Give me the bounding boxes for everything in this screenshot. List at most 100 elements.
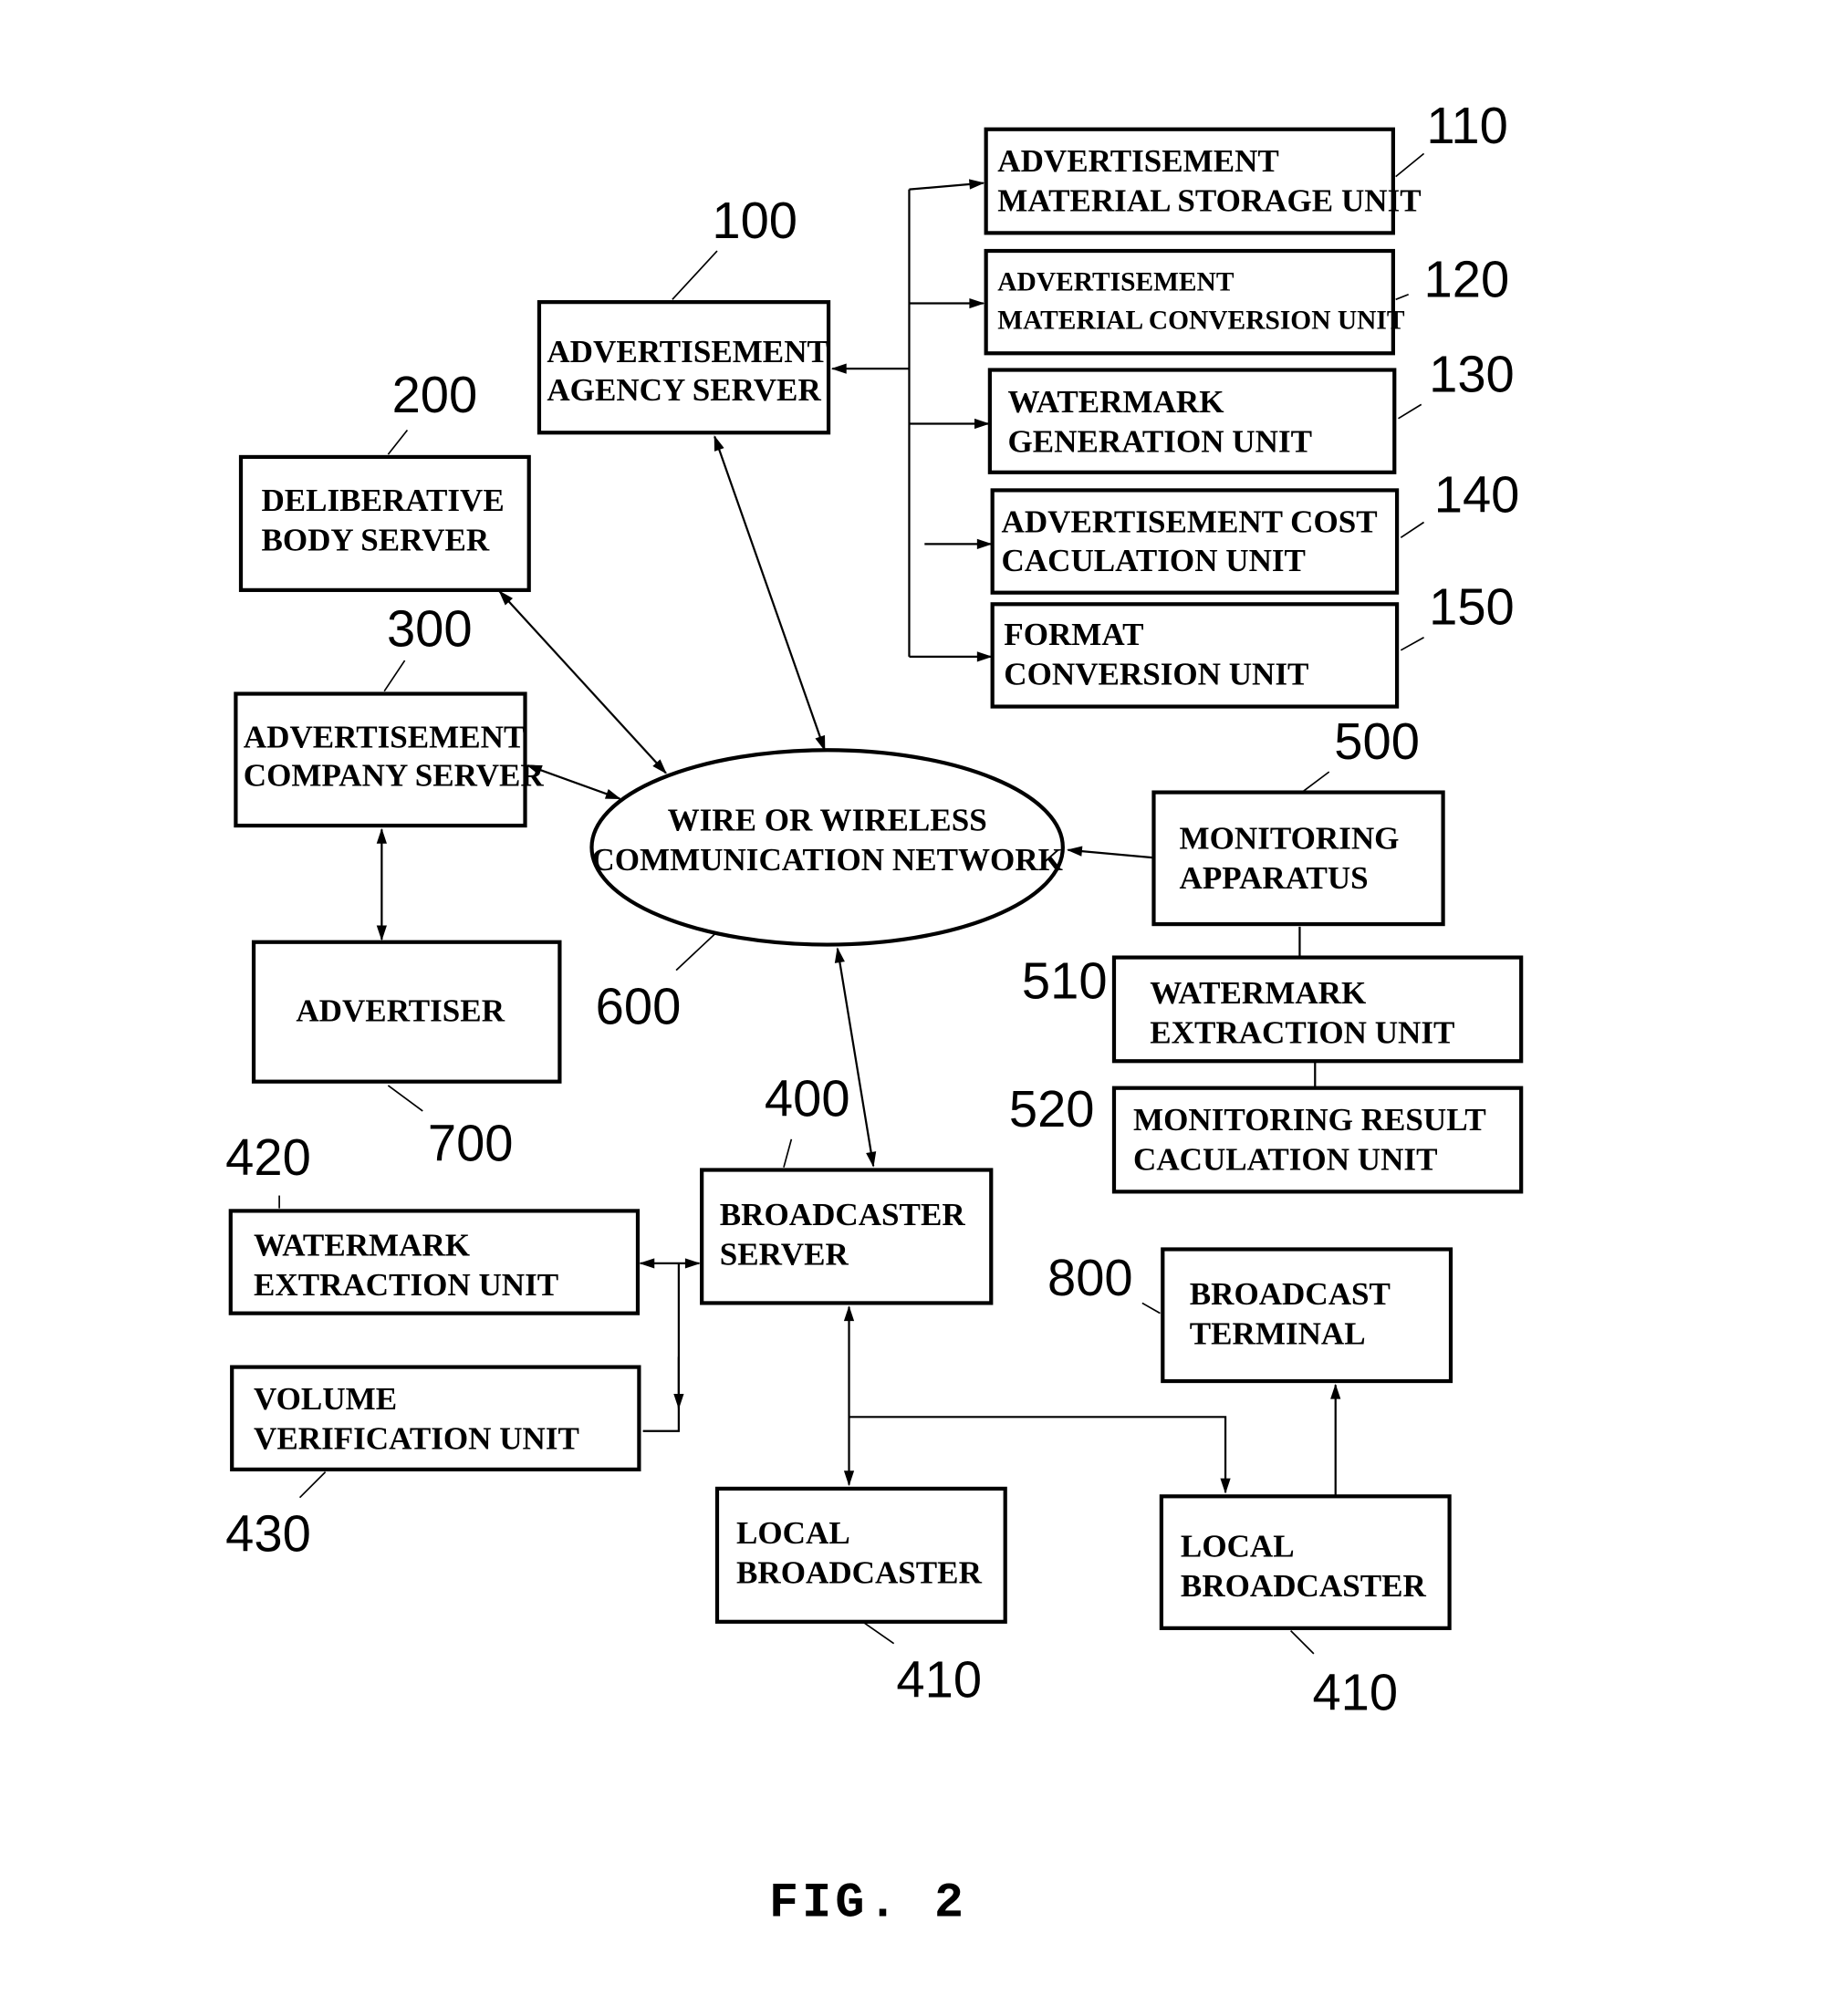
node-label: FORMAT	[1004, 617, 1143, 652]
node-label: AGENCY SERVER	[547, 372, 821, 408]
leader-line	[783, 1138, 793, 1168]
leader-line	[387, 1085, 423, 1112]
leader-line	[387, 429, 409, 455]
leader-line	[1290, 1630, 1315, 1655]
node-ad-material-storage-unit: ADVERTISEMENT MATERIAL STORAGE UNIT 110	[984, 97, 1508, 235]
ref-700: 700	[428, 1115, 514, 1172]
ref-510: 510	[1022, 951, 1108, 1009]
leader-line	[383, 660, 406, 692]
connector-bus-110	[909, 179, 985, 191]
node-communication-network: WIRE OR WIRELESS COMMUNICATION NETWORK 6…	[589, 748, 1065, 1035]
node-label: MATERIAL CONVERSION UNIT	[997, 307, 1405, 336]
ref-410-2: 410	[1312, 1664, 1398, 1721]
leader-line	[1395, 293, 1410, 301]
node-label: LOCAL	[1181, 1528, 1295, 1564]
node-monitoring-result-calculation-unit: MONITORING RESULT CACULATION UNIT 520	[1009, 1080, 1524, 1194]
connector-100-600	[714, 435, 826, 752]
node-ad-cost-calculation-unit: ADVERTISEMENT COST CACULATION UNIT 140	[990, 465, 1520, 595]
node-volume-verification-unit: VOLUME VERIFICATION UNIT 430	[225, 1365, 641, 1563]
node-label: EXTRACTION UNIT	[1150, 1015, 1454, 1051]
node-label: SERVER	[720, 1236, 849, 1272]
connector-500-600	[1067, 846, 1153, 859]
node-label: BROADCASTER	[736, 1555, 983, 1591]
ref-400: 400	[765, 1070, 850, 1128]
ref-420: 420	[225, 1128, 311, 1186]
leader-line	[1400, 521, 1425, 539]
node-label: ADVERTISEMENT	[997, 268, 1235, 297]
node-box	[984, 248, 1395, 356]
ref-200: 200	[392, 366, 478, 423]
node-label: MONITORING RESULT	[1133, 1102, 1486, 1138]
patent-figure: ADVERTISEMENT AGENCY SERVER 100 ADVERTIS…	[225, 97, 1524, 1932]
node-label: CONVERSION UNIT	[1004, 657, 1308, 692]
leader-line	[1395, 152, 1425, 178]
ref-300: 300	[387, 600, 473, 658]
node-format-conversion-unit: FORMAT CONVERSION UNIT 150	[990, 578, 1515, 709]
node-label: ADVERTISEMENT COST	[1001, 504, 1377, 540]
node-advertisement-agency-server: ADVERTISEMENT AGENCY SERVER 100	[537, 192, 831, 435]
node-label: CACULATION UNIT	[1001, 543, 1305, 578]
ref-800: 800	[1047, 1249, 1133, 1306]
node-label: TERMINAL	[1190, 1315, 1366, 1351]
leader-line	[1400, 637, 1424, 651]
leader-line	[675, 930, 718, 972]
node-label: VERIFICATION UNIT	[254, 1420, 579, 1456]
node-monitoring-apparatus: MONITORING APPARATUS 500	[1151, 712, 1445, 927]
ref-140: 140	[1434, 465, 1520, 523]
ref-500: 500	[1334, 712, 1420, 770]
leader-line	[672, 250, 718, 300]
connector-400-430	[642, 1263, 681, 1432]
node-label: COMPANY SERVER	[244, 758, 545, 794]
ref-600: 600	[596, 978, 682, 1035]
node-label: DELIBERATIVE	[261, 483, 504, 518]
figure-caption: FIG. 2	[769, 1877, 967, 1932]
node-label: CACULATION UNIT	[1133, 1142, 1437, 1178]
node-local-broadcaster-2: LOCAL BROADCASTER 410	[1159, 1494, 1452, 1721]
node-label: MATERIAL STORAGE UNIT	[997, 183, 1421, 219]
connector-400-410b	[849, 1416, 1231, 1494]
node-label: AGENCY SERVER	[547, 372, 821, 408]
node-label: GENERATION UNIT	[1008, 423, 1312, 459]
node-label: WATERMARK	[1150, 975, 1366, 1011]
leader-line	[1303, 771, 1330, 792]
ref-150: 150	[1429, 578, 1515, 636]
node-label: EXTRACTION UNIT	[254, 1267, 558, 1303]
node-watermark-generation-unit: WATERMARK GENERATION UNIT 130	[987, 345, 1515, 474]
node-label: BROADCASTER	[1181, 1568, 1427, 1604]
leader-line	[298, 1471, 327, 1499]
node-label: ADVERTISEMENT	[547, 334, 828, 369]
node-label: COMMUNICATION NETWORK	[591, 842, 1063, 878]
node-label: BODY SERVER	[261, 522, 489, 557]
node-label: BROADCASTER	[720, 1197, 966, 1232]
node-label: ADVERTISEMENT	[997, 143, 1279, 179]
ref-130: 130	[1429, 345, 1515, 402]
leader-line	[1141, 1302, 1161, 1315]
node-box	[1151, 790, 1445, 927]
node-label: LOCAL	[736, 1515, 850, 1551]
leader-line	[863, 1622, 895, 1645]
ref-100: 100	[712, 192, 797, 249]
node-monitoring-watermark-extraction-unit: WATERMARK EXTRACTION UNIT 510	[1022, 951, 1524, 1064]
node-label: ADVERTISEMENT	[547, 334, 828, 369]
ref-410-1: 410	[896, 1651, 982, 1709]
node-label: VOLUME	[254, 1381, 397, 1417]
node-deliberative-body-server: DELIBERATIVE BODY SERVER 200	[238, 366, 531, 592]
ref-520: 520	[1009, 1080, 1095, 1138]
node-label: MONITORING	[1180, 820, 1400, 856]
node-label: BROADCAST	[1190, 1276, 1391, 1312]
node-label: ADVERTISER	[296, 993, 505, 1029]
node-label: APPARATUS	[1180, 860, 1369, 896]
node-label: ADVERTISEMENT	[244, 719, 526, 754]
node-broadcaster-server: BROADCASTER SERVER 400	[700, 1070, 994, 1305]
ref-120: 120	[1424, 251, 1510, 308]
node-broadcast-terminal: BROADCAST TERMINAL 800	[1047, 1247, 1453, 1384]
node-advertisement-company-server: ADVERTISEMENT COMPANY SERVER 300	[234, 600, 545, 828]
connector-600-400	[834, 947, 877, 1168]
node-label: WATERMARK	[254, 1228, 470, 1263]
leader-line	[1398, 403, 1422, 420]
node-label: WIRE OR WIRELESS	[668, 803, 987, 838]
node-label: WATERMARK	[1008, 384, 1224, 420]
ref-430: 430	[225, 1505, 311, 1563]
node-ad-material-conversion-unit: ADVERTISEMENT MATERIAL CONVERSION UNIT 1…	[984, 248, 1510, 356]
ref-110: 110	[1426, 97, 1507, 154]
